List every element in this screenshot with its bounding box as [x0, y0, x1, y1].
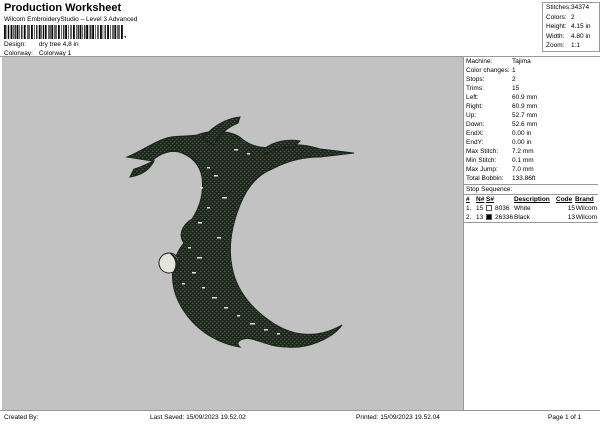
sequence-brand: Wilcom [575, 214, 597, 221]
property-label: Max Jump: [466, 166, 498, 173]
summary-label: Height: [546, 23, 567, 31]
property-row: EndX: 0.00 in [464, 129, 598, 138]
sequence-brand: Wilcom [575, 205, 597, 212]
property-label: Right: [466, 103, 483, 110]
color-swatch [486, 214, 492, 220]
property-row: Total Bobbin: 133.86ft [464, 174, 598, 183]
property-row: Down: 52.6 mm [464, 120, 598, 129]
stop-sequence-header: # N# S# Description Code Brand [466, 196, 594, 203]
barcode-image [4, 25, 123, 39]
page-number: Page 1 of 1 [548, 414, 582, 421]
properties-panel: Machine: Tajima Color changes: 1 Stops: 2 Trim… [464, 57, 598, 223]
property-value: 52.6 mm [512, 121, 538, 128]
property-value: Tajima [512, 58, 531, 65]
property-label: Trims: [466, 85, 484, 92]
property-row: EndY: 0.00 in [464, 138, 598, 147]
sequence-sb: 8036 [486, 204, 514, 213]
summary-row: Height: 4.15 in [543, 22, 599, 32]
sequence-description: White [514, 205, 531, 212]
property-label: Min Stitch: [466, 157, 497, 164]
summary-value: 2 [571, 13, 575, 21]
property-value: 0.00 in [512, 139, 532, 146]
property-value: 1 [512, 67, 516, 74]
summary-box: Stitches: 34374 Colors: 2 Height: 4.15 in W… [542, 2, 600, 52]
property-value: 7.0 mm [512, 166, 534, 173]
stop-sequence-row: 1. 15 8036 White 15 Wilcom [464, 204, 598, 213]
sequence-n: 15 [476, 205, 484, 212]
property-row: Up: 52.7 mm [464, 111, 598, 120]
footer-bar: Created By: Last Saved: 15/09/2023 19.52… [0, 410, 600, 425]
property-value: 15 [512, 85, 520, 92]
barcode-number: , [124, 30, 127, 39]
summary-value: 34374 [571, 4, 590, 11]
property-row: Machine: Tajima [464, 57, 598, 66]
summary-value: 1:1 [571, 42, 581, 50]
last-saved: Last Saved: 15/09/2023 19.52.02 [150, 414, 246, 421]
summary-label: Width: [546, 32, 565, 40]
property-row: Color changes: 1 [464, 66, 598, 75]
property-label: EndY: [466, 139, 484, 146]
property-value: 0.1 mm [512, 157, 534, 164]
property-row: Max Stitch: 7.2 mm [464, 147, 598, 156]
property-row: Trims: 15 [464, 84, 598, 93]
property-row: Right: 60.9 mm [464, 102, 598, 111]
property-row: Max Jump: 7.0 mm [464, 165, 598, 174]
design-value: dry tree 4,8 in [38, 41, 79, 48]
color-swatch [486, 205, 492, 211]
property-row: Left: 60.9 mm [464, 93, 598, 102]
property-row: Stops: 2 [464, 75, 598, 84]
property-value: 60.9 mm [512, 94, 538, 101]
sequence-sb: 26336 [486, 213, 514, 222]
property-label: Max Stitch: [466, 148, 499, 155]
sequence-sb-text: 8036 [495, 205, 510, 212]
design-row: Design: dry tree 4,8 in [4, 41, 79, 48]
property-label: Down: [466, 121, 485, 128]
property-value: 2 [512, 76, 516, 83]
property-label: Machine: [466, 58, 493, 65]
property-value: 60.9 mm [512, 103, 538, 110]
created-by: Created By: [4, 414, 39, 421]
sequence-description: Black [514, 214, 530, 221]
summary-label: Stitches: [546, 4, 571, 11]
summary-row: Stitches: 34374 [543, 3, 599, 13]
dry-tree-design [125, 116, 355, 348]
property-value: 0.00 in [512, 130, 532, 137]
sequence-code: 13 [567, 214, 575, 221]
sequence-n: 13 [476, 214, 484, 221]
summary-value: 4.15 in [571, 23, 591, 31]
summary-row: Zoom: 1:1 [543, 41, 599, 51]
property-label: Stops: [466, 76, 485, 83]
printed-date: Printed: 15/09/2023 19.52.04 [356, 414, 440, 421]
property-label: Color changes: [466, 67, 510, 74]
property-label: Up: [466, 112, 477, 119]
sequence-num: 2. [466, 214, 472, 221]
property-value: 52.7 mm [512, 112, 538, 119]
stop-sequence-row: 2. 13 26336 Black 13 Wilcom [464, 213, 598, 222]
page-title: Production Worksheet [4, 2, 122, 14]
software-subtitle: Wilcom EmbroideryStudio – Level 3 Advanc… [4, 16, 138, 23]
sequence-num: 1. [466, 205, 472, 212]
property-value: 7.2 mm [512, 148, 534, 155]
property-value: 133.86ft [512, 175, 536, 182]
design-preview-canvas[interactable] [2, 57, 463, 410]
sequence-code: 15 [567, 205, 575, 212]
property-label: EndX: [466, 130, 484, 137]
stop-sequence-title: Stop Sequence: [466, 186, 513, 193]
sequence-sb-text: 26336 [495, 214, 514, 221]
summary-row: Colors: 2 [543, 13, 599, 23]
summary-label: Colors: [546, 13, 567, 21]
summary-row: Width: 4.80 in [543, 32, 599, 42]
property-label: Left: [466, 94, 479, 101]
summary-label: Zoom: [546, 42, 565, 50]
design-label: Design: [4, 41, 27, 48]
property-label: Total Bobbin: [466, 175, 504, 182]
property-row: Min Stitch: 0.1 mm [464, 156, 598, 165]
summary-value: 4.80 in [571, 32, 591, 40]
